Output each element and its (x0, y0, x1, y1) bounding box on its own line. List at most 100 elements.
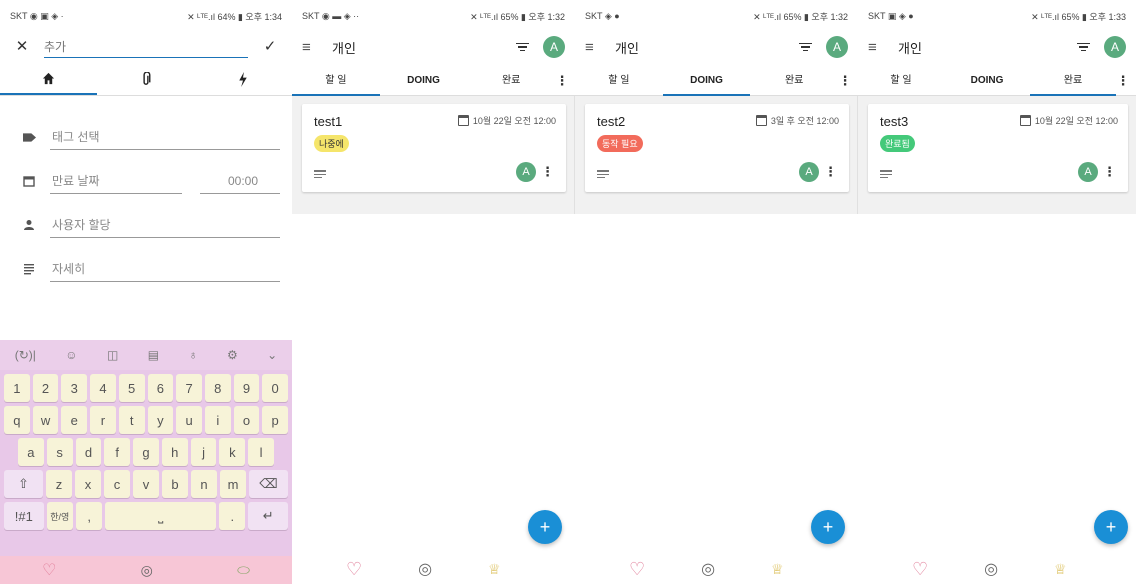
period-key[interactable]: . (219, 502, 246, 530)
task-card[interactable]: test3 10월 22일 오전 12:00 완료됨 A ⋮ (868, 104, 1128, 192)
key-1[interactable]: 1 (3, 374, 30, 402)
key-t[interactable]: t (118, 406, 145, 434)
mode-switch-icon[interactable]: (↻)| (15, 348, 36, 362)
avatar[interactable]: A (826, 36, 848, 58)
menu-icon[interactable]: ≡ (302, 39, 324, 56)
key-e[interactable]: e (61, 406, 88, 434)
key-m[interactable]: m (220, 470, 246, 498)
heart-icon[interactable]: ♡ (912, 559, 928, 580)
key-q[interactable]: q (3, 406, 30, 434)
key-c[interactable]: c (104, 470, 130, 498)
egg-icon[interactable]: ◎ (418, 559, 432, 579)
key-a[interactable]: a (17, 438, 44, 466)
backspace-key[interactable]: ⌫ (249, 470, 288, 498)
more-icon[interactable]: ⋮ (1116, 73, 1130, 89)
tab-doing[interactable]: DOING (380, 66, 468, 96)
tab-home[interactable] (0, 64, 98, 95)
key-d[interactable]: d (75, 438, 102, 466)
task-title-input[interactable] (44, 36, 248, 58)
crown-icon[interactable]: ♕ (488, 561, 501, 578)
key-i[interactable]: i (204, 406, 231, 434)
due-time-input[interactable]: 00:00 (200, 170, 280, 194)
tab-attachment[interactable] (97, 64, 194, 95)
task-card[interactable]: test1 10월 22일 오전 12:00 나중에 A ⋮ (302, 104, 566, 192)
more-icon[interactable]: ⋮ (838, 73, 852, 89)
key-3[interactable]: 3 (61, 374, 88, 402)
leaf-icon[interactable]: ⬭ (237, 562, 250, 579)
assignee-avatar[interactable]: A (799, 162, 819, 182)
tab-done[interactable]: 완료 (467, 66, 555, 96)
tab-doing[interactable]: DOING (944, 66, 1030, 96)
key-b[interactable]: b (162, 470, 188, 498)
tab-todo[interactable]: 할 일 (292, 66, 380, 96)
key-k[interactable]: k (219, 438, 246, 466)
heart-icon[interactable]: ♡ (42, 560, 56, 580)
key-h[interactable]: h (161, 438, 188, 466)
close-icon[interactable]: ✕ (12, 37, 32, 57)
heart-icon[interactable]: ♡ (629, 559, 645, 580)
due-date-input[interactable]: 만료 날짜 (50, 170, 182, 194)
tag-field[interactable]: 태그 선택 (0, 106, 292, 150)
card-more-icon[interactable]: ⋮ (824, 164, 837, 180)
comma-key[interactable]: , (75, 502, 103, 530)
crown-icon[interactable]: ♕ (1054, 561, 1067, 578)
key-y[interactable]: y (147, 406, 174, 434)
egg-icon[interactable]: ◎ (141, 562, 153, 579)
key-4[interactable]: 4 (90, 374, 116, 402)
key-g[interactable]: g (133, 438, 159, 466)
check-icon[interactable]: ✓ (260, 37, 280, 57)
key-j[interactable]: j (190, 438, 217, 466)
key-u[interactable]: u (176, 406, 202, 434)
key-r[interactable]: r (90, 406, 116, 434)
shift-key[interactable]: ⇧ (4, 470, 43, 498)
crown-icon[interactable]: ♕ (771, 561, 784, 578)
filter-icon[interactable] (515, 42, 529, 52)
key-5[interactable]: 5 (118, 374, 145, 402)
card-more-icon[interactable]: ⋮ (1103, 164, 1116, 180)
key-o[interactable]: o (233, 406, 260, 434)
task-card[interactable]: test2 3일 후 오전 12:00 동작 필요 A ⋮ (585, 104, 849, 192)
avatar[interactable]: A (543, 36, 565, 58)
card-more-icon[interactable]: ⋮ (541, 164, 554, 180)
more-icon[interactable]: ⋮ (555, 73, 569, 89)
egg-icon[interactable]: ◎ (701, 559, 715, 579)
filter-icon[interactable] (798, 42, 812, 52)
filter-icon[interactable] (1076, 42, 1090, 52)
add-task-fab[interactable]: + (528, 510, 562, 544)
microphone-icon[interactable]: ♁ (189, 348, 198, 362)
key-f[interactable]: f (104, 438, 131, 466)
key-9[interactable]: 9 (233, 374, 260, 402)
tag-select[interactable]: 태그 선택 (50, 126, 280, 150)
tab-done[interactable]: 완료 (1030, 66, 1116, 96)
tab-todo[interactable]: 할 일 (575, 66, 663, 96)
details-input[interactable]: 자세히 (50, 258, 280, 282)
space-key[interactable]: ⎵ (105, 502, 217, 530)
collapse-icon[interactable]: ⌄ (267, 348, 277, 362)
symbols-key[interactable]: !#1 (4, 502, 44, 530)
details-field[interactable]: 자세히 (0, 238, 292, 282)
key-6[interactable]: 6 (147, 374, 174, 402)
key-x[interactable]: x (75, 470, 101, 498)
assignee-avatar[interactable]: A (1078, 162, 1098, 182)
sticker-icon[interactable]: ◫ (107, 348, 118, 362)
egg-icon[interactable]: ◎ (984, 559, 998, 579)
tab-todo[interactable]: 할 일 (858, 66, 944, 96)
key-0[interactable]: 0 (262, 374, 289, 402)
menu-icon[interactable]: ≡ (585, 39, 607, 56)
key-w[interactable]: w (32, 406, 59, 434)
key-l[interactable]: l (248, 438, 275, 466)
heart-icon[interactable]: ♡ (346, 559, 362, 580)
key-z[interactable]: z (46, 470, 72, 498)
clipboard-icon[interactable]: ▤ (148, 348, 159, 362)
key-p[interactable]: p (262, 406, 289, 434)
assign-user-input[interactable]: 사용자 할당 (50, 214, 280, 238)
assignee-avatar[interactable]: A (516, 162, 536, 182)
key-n[interactable]: n (191, 470, 217, 498)
key-8[interactable]: 8 (204, 374, 231, 402)
add-task-fab[interactable]: + (1094, 510, 1128, 544)
enter-key[interactable]: ↵ (248, 502, 289, 530)
avatar[interactable]: A (1104, 36, 1126, 58)
key-v[interactable]: v (133, 470, 159, 498)
add-task-fab[interactable]: + (811, 510, 845, 544)
tab-done[interactable]: 완료 (750, 66, 838, 96)
